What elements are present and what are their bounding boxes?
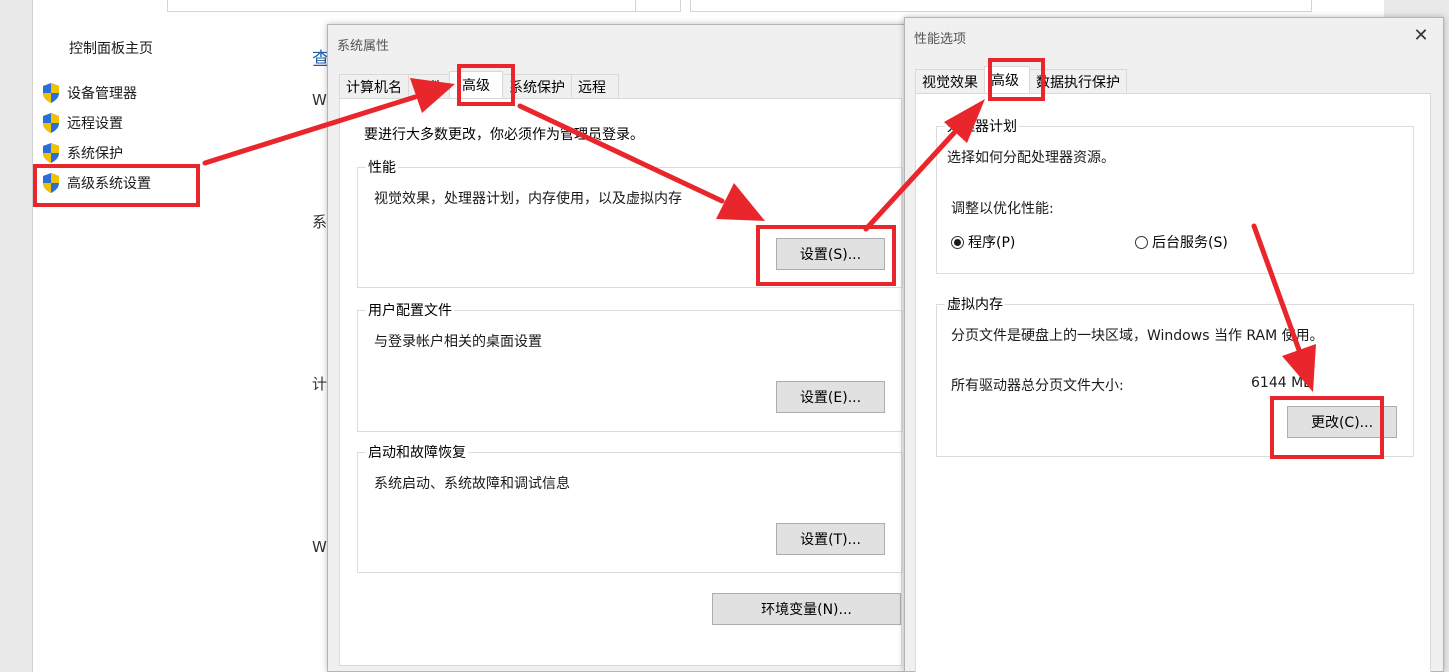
- startup-recovery-group: 启动和故障恢复 系统启动、系统故障和调试信息 设置(T)...: [357, 442, 903, 573]
- change-virtual-memory-button[interactable]: 更改(C)...: [1287, 406, 1397, 438]
- radio-circle: [951, 235, 964, 249]
- tab-remote[interactable]: 远程: [571, 74, 619, 98]
- paging-file-total-label: 所有驱动器总分页文件大小:: [951, 378, 1124, 394]
- group-label: 用户配置文件: [366, 300, 454, 320]
- paging-file-total-value: 6144 MB: [1251, 375, 1313, 391]
- dialog-title: 系统属性: [337, 39, 390, 54]
- shield-icon: [43, 173, 59, 193]
- admin-note: 要进行大多数更改，你必须作为管理员登录。: [364, 127, 644, 143]
- system-properties-dialog: 系统属性 计算机名 硬件 高级 系统保护 远程 要进行大多数更改，你必须作为管理…: [327, 24, 913, 672]
- virtual-memory-group: 虚拟内存 分页文件是硬盘上的一块区域，Windows 当作 RAM 使用。 所有…: [936, 294, 1414, 457]
- environment-variables-button[interactable]: 环境变量(N)...: [712, 593, 901, 625]
- tab-system-protection[interactable]: 系统保护: [502, 74, 572, 98]
- group-label: 虚拟内存: [945, 294, 1005, 314]
- text-fragment: 系: [312, 213, 328, 231]
- radio-circle: [1135, 235, 1148, 249]
- text-fragment: 计: [312, 375, 328, 393]
- close-icon[interactable]: ✕: [1411, 26, 1431, 46]
- shield-icon: [43, 143, 59, 163]
- group-description: 选择如何分配处理器资源。: [947, 150, 1115, 166]
- sidebar-link-label: 设备管理器: [67, 86, 137, 102]
- tab-advanced[interactable]: 高级: [984, 66, 1030, 93]
- sidebar-link-advanced-system-settings[interactable]: 高级系统设置: [41, 170, 151, 196]
- sidebar-link-system-protection[interactable]: 系统保护: [41, 140, 123, 166]
- address-bar[interactable]: [167, 0, 662, 12]
- group-description: 分页文件是硬盘上的一块区域，Windows 当作 RAM 使用。: [951, 328, 1324, 344]
- shield-icon: [43, 83, 59, 103]
- text-fragment: W: [312, 538, 327, 556]
- tab-computer-name[interactable]: 计算机名: [339, 74, 409, 98]
- tab-data-execution-prevention[interactable]: 数据执行保护: [1029, 69, 1127, 93]
- sidebar-link-device-manager[interactable]: 设备管理器: [41, 80, 137, 106]
- user-profiles-group: 用户配置文件 与登录帐户相关的桌面设置 设置(E)...: [357, 300, 903, 432]
- performance-group: 性能 视觉效果，处理器计划，内存使用，以及虚拟内存 设置(S)...: [357, 157, 903, 288]
- group-label: 性能: [366, 157, 398, 177]
- refresh-button[interactable]: [635, 0, 681, 12]
- group-description: 系统启动、系统故障和调试信息: [374, 476, 570, 492]
- processor-scheduling-group: 处理器计划 选择如何分配处理器资源。 调整以优化性能: 程序(P) 后台服务(S…: [936, 116, 1414, 274]
- sidebar-link-label: 高级系统设置: [67, 176, 151, 192]
- radio-selected-dot: [954, 238, 961, 246]
- shield-icon: [43, 113, 59, 133]
- radio-background-services[interactable]: 后台服务(S): [1135, 232, 1228, 252]
- tab-visual-effects[interactable]: 视觉效果: [915, 69, 985, 93]
- radio-label: 后台服务(S): [1152, 235, 1228, 251]
- group-label: 启动和故障恢复: [366, 442, 468, 462]
- radio-label: 程序(P): [968, 235, 1016, 251]
- sidebar-link-label: 远程设置: [67, 116, 123, 132]
- radio-programs[interactable]: 程序(P): [951, 232, 1015, 252]
- user-profiles-settings-button[interactable]: 设置(E)...: [776, 381, 885, 413]
- tab-bar: 计算机名 硬件 高级 系统保护 远程: [339, 71, 619, 99]
- advanced-tab-page: 处理器计划 选择如何分配处理器资源。 调整以优化性能: 程序(P) 后台服务(S…: [915, 93, 1431, 672]
- group-description: 与登录帐户相关的桌面设置: [374, 334, 542, 350]
- advanced-tab-page: 要进行大多数更改，你必须作为管理员登录。 性能 视觉效果，处理器计划，内存使用，…: [339, 98, 903, 666]
- performance-options-dialog: 性能选项 ✕ 视觉效果 高级 数据执行保护 处理器计划 选择如何分配处理器资源。…: [904, 17, 1444, 672]
- sidebar-link-remote-settings[interactable]: 远程设置: [41, 110, 123, 136]
- group-label: 处理器计划: [945, 116, 1019, 136]
- startup-recovery-settings-button[interactable]: 设置(T)...: [776, 523, 885, 555]
- control-panel-home-link[interactable]: 控制面板主页: [69, 38, 153, 58]
- sidebar-link-label: 系统保护: [67, 146, 123, 162]
- group-description: 视觉效果，处理器计划，内存使用，以及虚拟内存: [374, 191, 682, 207]
- search-box[interactable]: [690, 0, 1312, 12]
- tab-hardware[interactable]: 硬件: [408, 74, 450, 98]
- tab-advanced[interactable]: 高级: [449, 71, 503, 98]
- dialog-title: 性能选项: [914, 32, 967, 47]
- performance-settings-button[interactable]: 设置(S)...: [776, 238, 885, 270]
- text-fragment: W: [312, 91, 327, 109]
- adjust-label: 调整以优化性能:: [951, 201, 1054, 217]
- tab-bar: 视觉效果 高级 数据执行保护: [915, 66, 1127, 94]
